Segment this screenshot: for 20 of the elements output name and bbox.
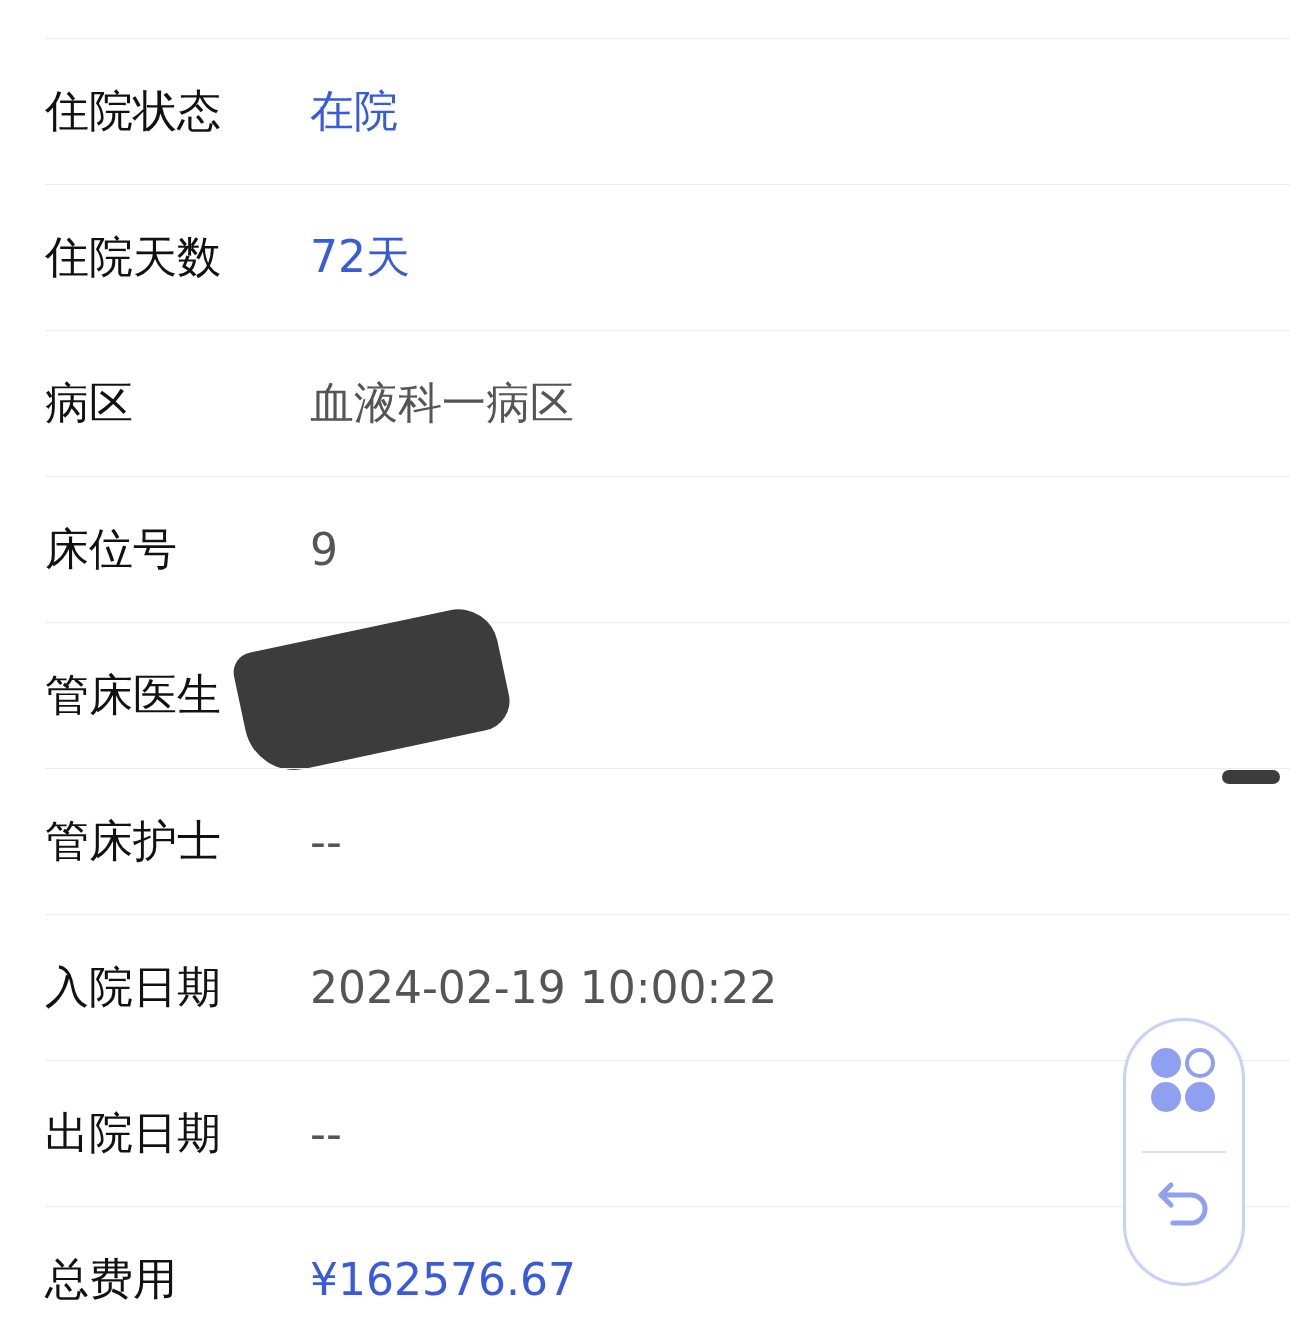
apps-button[interactable] <box>1150 1047 1218 1115</box>
field-value: 9 <box>310 524 338 575</box>
field-label: 住院状态 <box>45 84 222 138</box>
field-label: 总费用 <box>45 1252 178 1306</box>
field-value: ¥162576.67 <box>310 1254 576 1305</box>
field-value: 2024-02-19 10:00:22 <box>310 962 778 1013</box>
grid-icon <box>1150 1047 1218 1115</box>
field-label: 住院天数 <box>45 230 222 284</box>
field-value: -- <box>310 816 342 867</box>
field-label: 入院日期 <box>45 960 222 1014</box>
field-label: 出院日期 <box>45 1106 222 1160</box>
field-label: 管床医生 <box>45 668 222 722</box>
field-label: 管床护士 <box>45 814 222 868</box>
field-label: 病区 <box>45 376 134 430</box>
field-value: 血液科一病区 <box>310 376 574 430</box>
redaction-mark <box>1222 770 1280 784</box>
field-value: 在院 <box>310 84 398 138</box>
field-label: 床位号 <box>45 522 178 576</box>
field-value: 72天 <box>310 230 410 284</box>
field-value: -- <box>310 1108 342 1159</box>
